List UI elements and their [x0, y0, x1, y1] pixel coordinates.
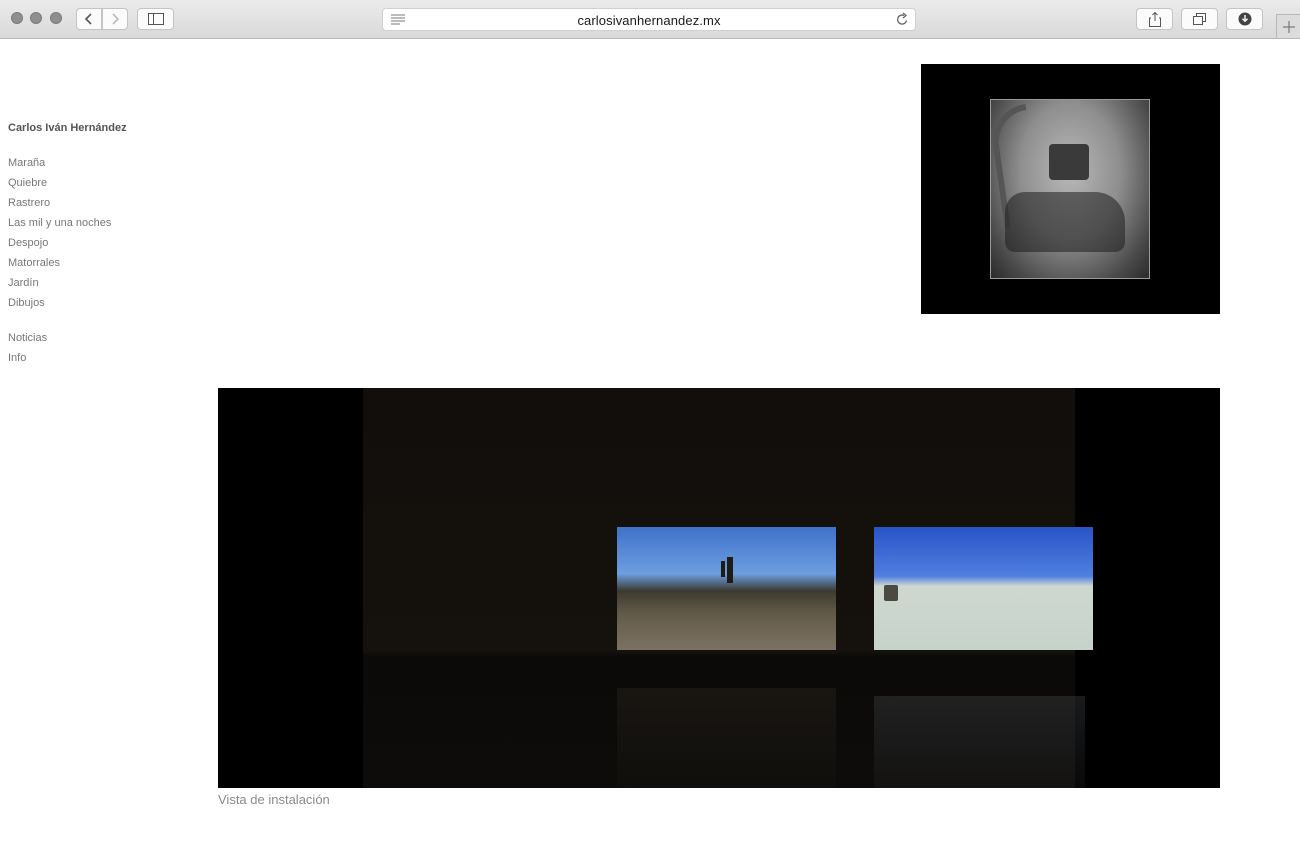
close-window-button[interactable]: [11, 12, 23, 24]
rover-photo-image: [990, 99, 1150, 279]
chevron-right-icon: [112, 13, 120, 25]
zoom-window-button[interactable]: [50, 12, 62, 24]
address-bar[interactable]: carlosivanhernandez.mx: [382, 8, 916, 31]
rover-photo: [921, 64, 1220, 314]
nav-item-rastrero[interactable]: Rastrero: [8, 197, 111, 217]
installation-room: [363, 388, 1093, 788]
sidebar-toggle-button[interactable]: [137, 8, 174, 30]
reload-icon[interactable]: [895, 12, 909, 27]
sidebar-icon: [147, 13, 164, 25]
download-icon: [1238, 12, 1251, 26]
projection-white-sand: [874, 527, 1093, 650]
nav-item-matorrales[interactable]: Matorrales: [8, 257, 111, 277]
nav-item-noticias[interactable]: Noticias: [8, 332, 47, 352]
url-text[interactable]: carlosivanhernandez.mx: [383, 13, 915, 28]
secondary-nav: Noticias Info: [8, 332, 47, 372]
back-button[interactable]: [76, 8, 102, 30]
nav-item-quiebre[interactable]: Quiebre: [8, 177, 111, 197]
video-caption: Vista de instalación: [218, 792, 330, 807]
tabs-icon: [1193, 13, 1206, 25]
projection-desert-cactus: [617, 527, 836, 650]
nav-item-despojo[interactable]: Despojo: [8, 237, 111, 257]
nav-item-jardin[interactable]: Jardín: [8, 277, 111, 297]
tabs-overview-button[interactable]: [1181, 8, 1218, 30]
browser-toolbar: carlosivanhernandez.mx: [0, 0, 1300, 39]
site-title[interactable]: Carlos Iván Hernández: [8, 122, 127, 134]
nav-item-dibujos[interactable]: Dibujos: [8, 297, 111, 317]
share-button[interactable]: [1136, 8, 1173, 30]
nav-item-marana[interactable]: Maraña: [8, 157, 111, 177]
downloads-button[interactable]: [1226, 8, 1263, 30]
nav-item-las-mil-y-una-noches[interactable]: Las mil y una noches: [8, 217, 111, 237]
installation-video[interactable]: [218, 388, 1220, 788]
nav-item-info[interactable]: Info: [8, 352, 47, 372]
works-nav: Maraña Quiebre Rastrero Las mil y una no…: [8, 157, 111, 317]
minimize-window-button[interactable]: [30, 12, 42, 24]
chevron-left-icon: [84, 13, 92, 25]
forward-button[interactable]: [102, 8, 128, 30]
share-icon: [1148, 11, 1161, 27]
plus-icon: [1282, 20, 1295, 33]
new-tab-button[interactable]: [1276, 14, 1300, 38]
